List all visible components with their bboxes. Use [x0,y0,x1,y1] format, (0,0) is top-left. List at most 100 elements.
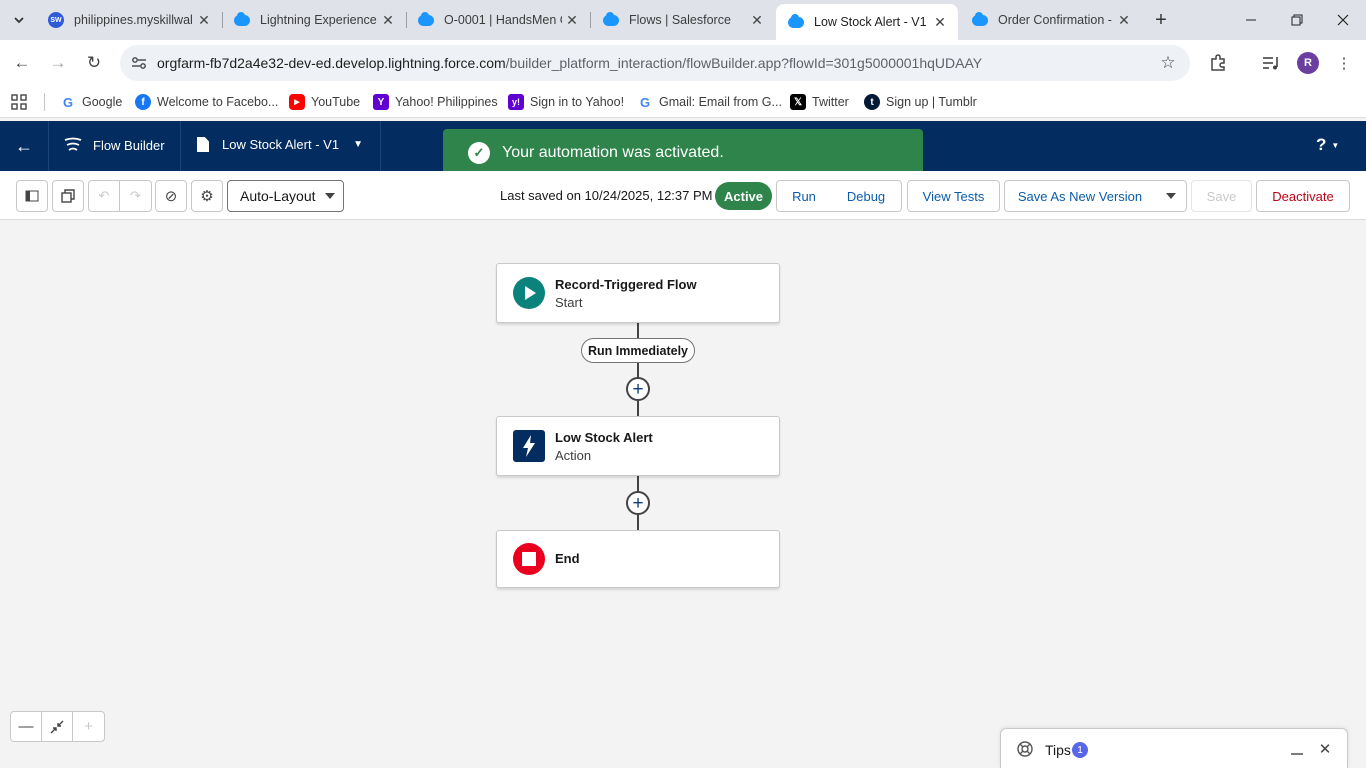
fit-view-button[interactable] [42,712,73,741]
layout-select[interactable]: Auto-Layout [227,180,344,212]
media-control-icon[interactable] [1259,51,1283,75]
browser-toolbar: ← → ↻ orgfarm-fb7d2a4e32-dev-ed.develop.… [0,40,1366,86]
close-icon[interactable]: ✕ [1317,741,1333,758]
action-node-type: Action [555,448,592,463]
close-tab-icon[interactable]: ✕ [930,12,950,32]
redo-button[interactable]: ↷ [120,180,152,212]
panel-icon [25,190,39,202]
check-errors-button[interactable]: ⊘ [155,180,187,212]
save-button[interactable]: Save [1191,180,1252,212]
bookmark-tumblr[interactable]: t Sign up | Tumblr [864,92,977,112]
start-node-title: Record-Triggered Flow [555,277,697,292]
lifebuoy-icon [1017,741,1033,757]
tab-search-button[interactable] [6,8,32,32]
apps-grid-icon[interactable] [10,92,28,112]
close-tab-icon[interactable]: ✕ [562,10,582,30]
tab-title: Lightning Experience [260,13,377,27]
browser-tab[interactable]: Order Confirmation - ✕ [960,0,1142,40]
end-node-title: End [555,551,580,566]
end-node[interactable]: End [496,530,780,588]
chevron-down-icon [1165,193,1176,199]
tips-label: Tips [1045,742,1071,758]
bookmark-gmail[interactable]: G Gmail: Email from G... [637,92,782,112]
bookmark-youtube[interactable]: ▶ YouTube [289,92,360,112]
address-bar[interactable]: orgfarm-fb7d2a4e32-dev-ed.develop.lightn… [120,45,1190,81]
close-window-button[interactable] [1320,0,1366,40]
undo-button[interactable]: ↶ [88,180,120,212]
close-tab-icon[interactable]: ✕ [1114,10,1134,30]
browser-tab[interactable]: Lightning Experience ✕ [222,0,406,40]
bookmark-twitter[interactable]: 𝕏 Twitter [790,92,849,112]
path-label: Run Immediately [581,338,695,363]
app-brand: Flow Builder [64,137,165,153]
yahoo-icon: y! [508,94,524,110]
close-tab-icon[interactable]: ✕ [747,10,767,30]
debug-button[interactable]: Debug [831,180,902,212]
back-button[interactable]: ← [8,49,36,77]
salesforce-cloud-icon [788,13,804,30]
browser-tab[interactable]: Flows | Salesforce ✕ [591,0,775,40]
site-info-icon[interactable] [130,54,148,72]
save-options-dropdown[interactable] [1155,180,1187,212]
more-menu-icon[interactable]: ⋮ [1332,51,1356,75]
extensions-icon[interactable] [1206,51,1230,75]
back-to-setup-button[interactable]: ← [10,134,38,158]
deactivate-button[interactable]: Deactivate [1256,180,1350,212]
bookmarks-bar: G Google f Welcome to Facebo... ▶ YouTube Y… [0,86,1366,118]
minimize-icon[interactable] [1289,741,1305,757]
status-badge: Active [715,182,773,210]
help-menu[interactable]: ? ▼ [1316,135,1339,155]
close-tab-icon[interactable]: ✕ [194,10,214,30]
salesforce-cloud-icon [603,11,619,28]
tips-count-badge: 1 [1072,742,1088,758]
plus-icon: + [1155,8,1167,31]
browser-tab-active[interactable]: Low Stock Alert - V1 ✕ [776,4,958,40]
chevron-down-icon [14,17,24,24]
close-tab-icon[interactable]: ✕ [378,10,398,30]
browser-tab[interactable]: O-0001 | HandsMen C ✕ [406,0,590,40]
tips-panel[interactable]: Tips 1 ✕ [1000,728,1348,768]
bookmark-yahoo-signin[interactable]: y! Sign in to Yahoo! [508,92,624,112]
contract-icon [50,720,64,733]
zoom-in-button[interactable]: + [73,712,104,741]
minus-icon: — [18,718,34,735]
add-element-button[interactable]: + [626,491,650,515]
help-icon: ? [1316,135,1327,154]
save-as-new-version-button[interactable]: Save As New Version [1004,180,1156,212]
bookmark-yahoo-philippines[interactable]: Y Yahoo! Philippines [373,92,498,112]
action-node[interactable]: Low Stock Alert Action [496,416,780,476]
arrow-left-icon: ← [15,135,33,156]
bookmark-facebook[interactable]: f Welcome to Facebo... [135,92,278,112]
minimize-window-button[interactable] [1228,0,1274,40]
restore-icon [1291,14,1303,26]
ban-icon: ⊘ [164,188,178,205]
view-tests-button[interactable]: View Tests [907,180,1000,212]
tab-title: O-0001 | HandsMen C [444,13,562,27]
forward-button[interactable]: → [44,49,72,77]
bookmark-star-icon[interactable]: ☆ [1158,53,1178,73]
tab-title: Flows | Salesforce [629,13,731,27]
run-button[interactable]: Run [776,180,832,212]
browser-tab[interactable]: SW philippines.myskillwal ✕ [36,0,222,40]
toast-message: Your automation was activated. [502,144,724,161]
redo-icon: ↷ [130,188,141,203]
start-node[interactable]: Record-Triggered Flow Start [496,263,780,323]
flow-settings-button[interactable]: ⚙ [191,180,223,212]
profile-avatar[interactable]: R [1297,52,1319,74]
bookmark-google[interactable]: G Google [60,92,122,112]
close-icon [1337,14,1349,26]
last-saved-text: Last saved on 10/24/2025, 12:37 PM [500,188,713,203]
zoom-out-button[interactable]: — [11,712,42,741]
toggle-panel-button[interactable] [16,180,48,212]
copy-button[interactable] [52,180,84,212]
copy-icon [61,189,75,203]
tab-title: philippines.myskillwal [74,13,193,27]
tumblr-icon: t [864,94,880,110]
yahoo-icon: Y [373,94,389,110]
flow-logo-icon [64,137,82,151]
flow-version-menu[interactable]: Low Stock Alert - V1 ▼ [197,137,363,152]
new-tab-button[interactable]: + [1148,8,1174,32]
add-element-button[interactable]: + [626,377,650,401]
reload-button[interactable]: ↻ [80,49,108,77]
restore-window-button[interactable] [1274,0,1320,40]
